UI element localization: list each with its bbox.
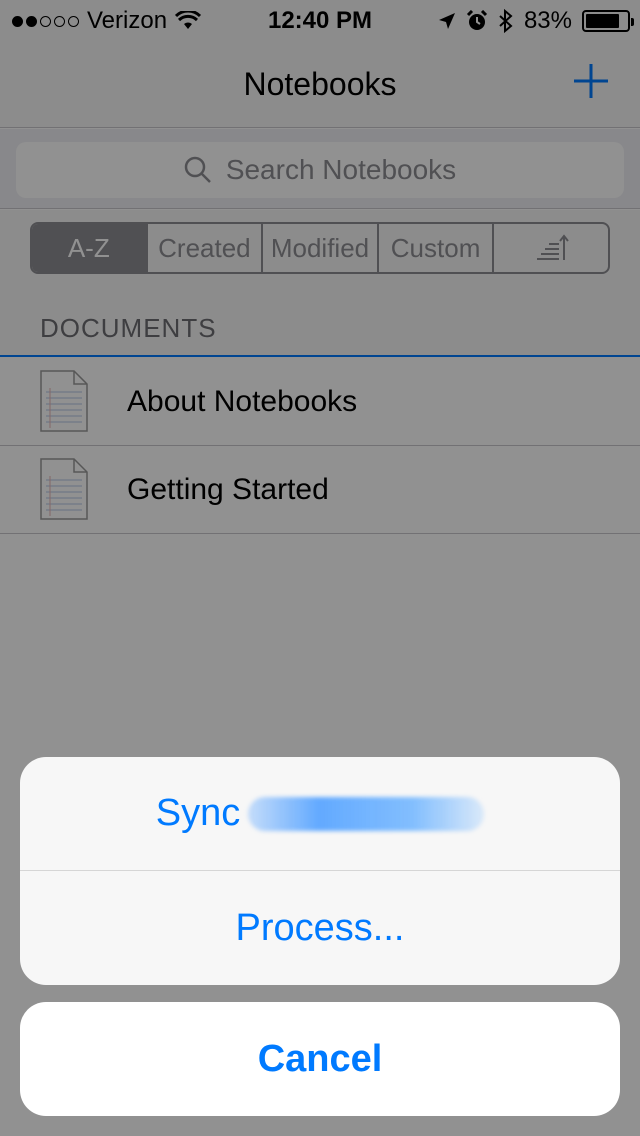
process-button[interactable]: Process... <box>20 871 620 985</box>
cancel-button[interactable]: Cancel <box>20 1002 620 1116</box>
action-sheet: Sync Process... <box>20 757 620 985</box>
sync-label: Sync <box>155 792 241 834</box>
redacted-account-name <box>248 796 485 831</box>
sync-button[interactable]: Sync <box>20 757 620 871</box>
